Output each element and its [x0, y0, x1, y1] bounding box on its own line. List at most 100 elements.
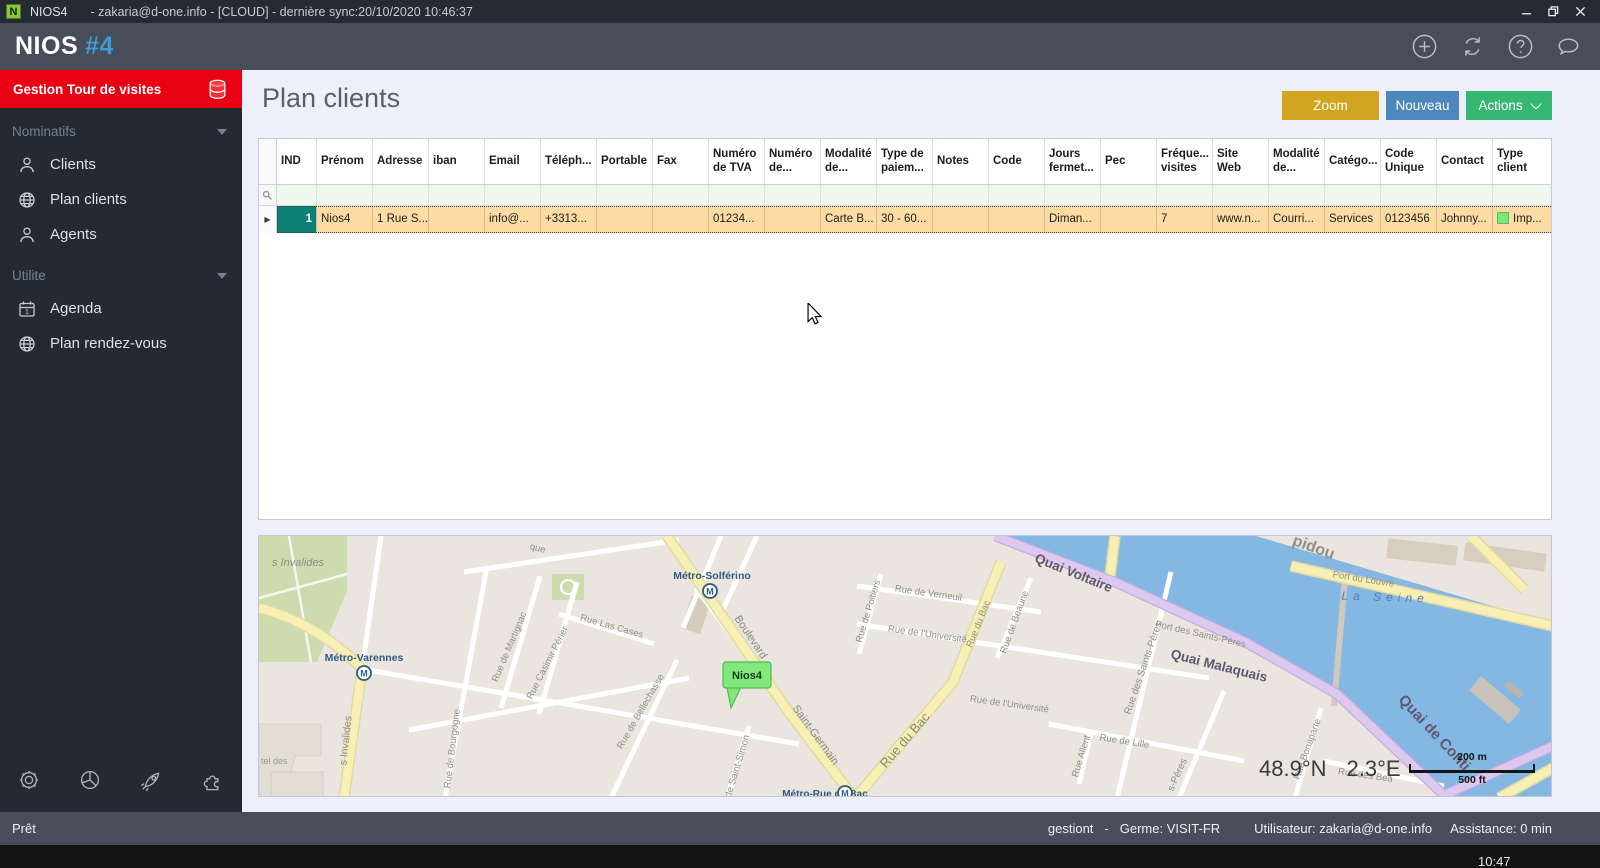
person-icon	[17, 225, 37, 245]
column-header-contact[interactable]: Contact	[1437, 139, 1493, 185]
puzzle-icon[interactable]	[201, 768, 225, 797]
map-label-m-tro-solf-rino: Métro-Solférino	[673, 570, 751, 582]
sidebar-section-nominatifs[interactable]: Nominatifs	[0, 108, 242, 147]
title-text: - zakaria@d-one.info - [CLOUD] - dernièr…	[90, 4, 473, 19]
column-header-t-l-ph[interactable]: Téléph...	[541, 139, 597, 185]
restore-button[interactable]	[1548, 6, 1559, 17]
column-header-code-unique[interactable]: Code Unique	[1381, 139, 1437, 185]
cell-modalit-de: Carte B...	[821, 206, 877, 233]
filter-cell-fr-que-visites[interactable]	[1157, 185, 1213, 206]
column-header-adresse[interactable]: Adresse	[373, 139, 429, 185]
metro-icon-letter: M	[360, 669, 368, 679]
chevron-down-icon	[1529, 97, 1542, 110]
row-selector[interactable]: ▶	[259, 206, 277, 233]
filter-cell-cat-go[interactable]	[1325, 185, 1381, 206]
status-bar: Prêt gestiont - Germe: VISIT-FR Utilisat…	[0, 812, 1600, 845]
sidebar-banner[interactable]: Gestion Tour de visites	[0, 70, 242, 108]
filter-cell-type-client[interactable]	[1493, 185, 1551, 206]
column-header-pr-nom[interactable]: Prénom	[317, 139, 373, 185]
nouveau-button[interactable]: Nouveau	[1386, 91, 1459, 120]
map[interactable]: s Invalides Métro-Varennes que Rue Las Case…	[258, 535, 1552, 797]
column-header-cat-go[interactable]: Catégo...	[1325, 139, 1381, 185]
column-header-type-client[interactable]: Type client	[1493, 139, 1551, 185]
cell-modalit-de: Courri...	[1269, 206, 1325, 233]
column-header-jours-fermet[interactable]: Jours fermet...	[1045, 139, 1101, 185]
filter-cell-portable[interactable]	[597, 185, 653, 206]
cell-notes	[933, 206, 989, 233]
actions-button-label: Actions	[1478, 98, 1523, 113]
sync-icon[interactable]	[1458, 32, 1487, 61]
column-header-type-de-paiem[interactable]: Type de paiem...	[877, 139, 933, 185]
sidebar-item-label: Plan rendez-vous	[50, 335, 167, 352]
filter-cell-num-ro-de-tva[interactable]	[709, 185, 765, 206]
column-header-site-web[interactable]: Site Web	[1213, 139, 1269, 185]
close-button[interactable]	[1575, 6, 1586, 17]
minimize-button[interactable]	[1521, 6, 1532, 17]
sidebar-item-agents[interactable]: Agents	[0, 217, 242, 252]
table-corner-cell	[259, 139, 277, 185]
sidebar-section-utilite[interactable]: Utilite	[0, 252, 242, 291]
sidebar-item-plan-rendez-vous[interactable]: Plan rendez-vous	[0, 326, 242, 361]
chat-icon[interactable]	[1554, 32, 1583, 61]
title-app-name: NIOS4	[30, 4, 68, 19]
map-longitude: 2.3°E	[1346, 756, 1401, 781]
filter-cell-t-l-ph[interactable]	[541, 185, 597, 206]
zoom-button[interactable]: Zoom	[1282, 91, 1379, 120]
sidebar-nav: Nominatifs Clients Plan clients Agents Utili…	[0, 108, 242, 361]
filter-cell-contact[interactable]	[1437, 185, 1493, 206]
map-label-m-tro-rue-du-bac: Métro-Rue du Bac	[782, 789, 868, 797]
status-db: gestiont	[1047, 821, 1094, 836]
column-header-modalit-de[interactable]: Modalité de...	[821, 139, 877, 185]
filter-cell-modalit-de[interactable]	[1269, 185, 1325, 206]
plus-icon[interactable]	[1410, 32, 1439, 61]
column-header-num-ro-de[interactable]: Numéro de...	[765, 139, 821, 185]
column-header-num-ro-de-tva[interactable]: Numéro de TVA	[709, 139, 765, 185]
filter-cell-modalit-de[interactable]	[821, 185, 877, 206]
column-header-fax[interactable]: Fax	[653, 139, 709, 185]
sidebar-item-clients[interactable]: Clients	[0, 147, 242, 182]
filter-cell-pec[interactable]	[1101, 185, 1157, 206]
pie-icon[interactable]	[78, 768, 102, 797]
cell-contact: Johnny...	[1437, 206, 1493, 233]
rocket-icon[interactable]	[140, 768, 164, 797]
sidebar-section-label: Nominatifs	[12, 124, 76, 139]
cell-fr-que-visites: 7	[1157, 206, 1213, 233]
column-header-code[interactable]: Code	[989, 139, 1045, 185]
gear-icon[interactable]	[17, 768, 41, 797]
column-header-portable[interactable]: Portable	[597, 139, 653, 185]
filter-cell-pr-nom[interactable]	[317, 185, 373, 206]
column-header-fr-que-visites[interactable]: Fréque... visites	[1157, 139, 1213, 185]
column-header-modalit-de[interactable]: Modalité de...	[1269, 139, 1325, 185]
sidebar-item-plan-clients[interactable]: Plan clients	[0, 182, 242, 217]
status-separator: -	[1104, 821, 1109, 836]
help-icon[interactable]	[1506, 32, 1535, 61]
table-row[interactable]: ▶ 1 Nios4 1 Rue S... info@... +3313... 01234..…	[259, 206, 1551, 233]
column-header-ind[interactable]: IND	[277, 139, 317, 185]
column-header-notes[interactable]: Notes	[933, 139, 989, 185]
filter-cell-adresse[interactable]	[373, 185, 429, 206]
filter-cell-notes[interactable]	[933, 185, 989, 206]
filter-cell-fax[interactable]	[653, 185, 709, 206]
clients-table: IND Prénom Adresse iban Email Téléph... Portab…	[258, 138, 1552, 520]
brand-number: #4	[85, 32, 114, 60]
sidebar-item-agenda[interactable]: 1 Agenda	[0, 291, 242, 326]
filter-cell-code[interactable]	[989, 185, 1045, 206]
actions-button[interactable]: Actions	[1466, 91, 1552, 120]
filter-cell-iban[interactable]	[429, 185, 485, 206]
column-header-pec[interactable]: Pec	[1101, 139, 1157, 185]
scale-line	[1409, 763, 1535, 773]
column-header-iban[interactable]: iban	[429, 139, 485, 185]
cell-cat-go: Services	[1325, 206, 1381, 233]
cell-code	[989, 206, 1045, 233]
filter-cell-code-unique[interactable]	[1381, 185, 1437, 206]
chevron-down-icon	[217, 272, 227, 279]
column-header-email[interactable]: Email	[485, 139, 541, 185]
filter-cell-site-web[interactable]	[1213, 185, 1269, 206]
brand-logo: NIOS #4	[15, 32, 114, 61]
filter-cell-email[interactable]	[485, 185, 541, 206]
filter-cell-type-de-paiem[interactable]	[877, 185, 933, 206]
filter-cell-num-ro-de[interactable]	[765, 185, 821, 206]
filter-cell-jours-fermet[interactable]	[1045, 185, 1101, 206]
cell-ind: 1	[277, 206, 317, 233]
filter-cell-ind[interactable]	[277, 185, 317, 206]
